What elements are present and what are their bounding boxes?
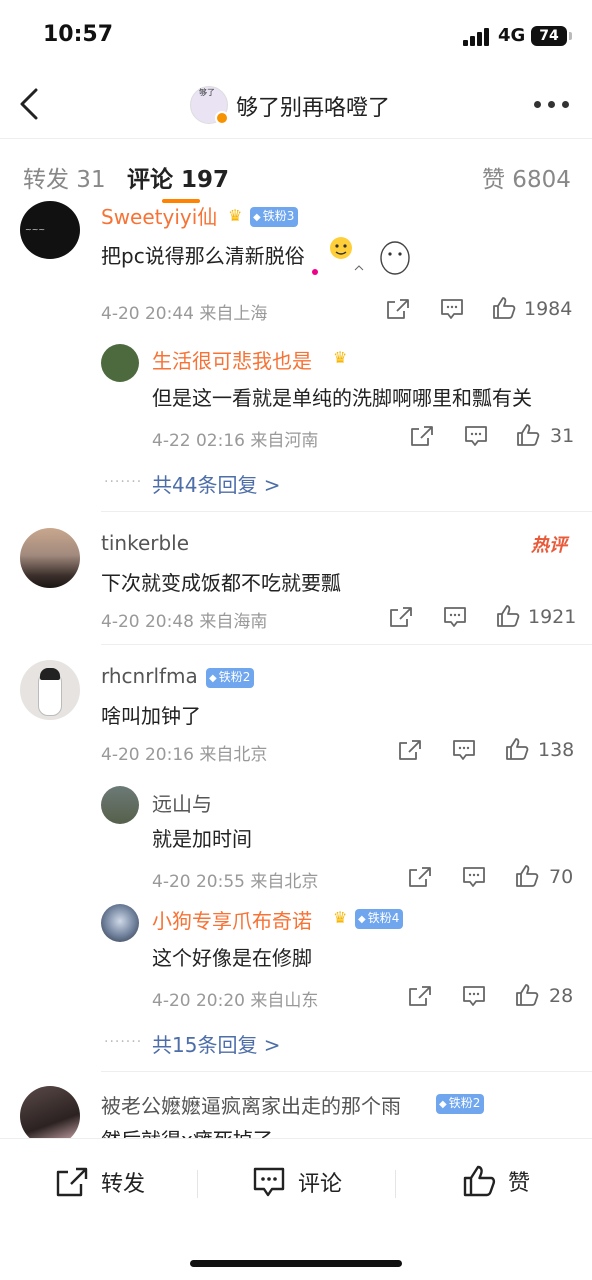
avatar[interactable]	[20, 660, 80, 720]
like-icon[interactable]	[496, 605, 520, 627]
comment-author[interactable]: 被老公嬷嬷逼疯离家出走的那个雨	[101, 1090, 401, 1119]
tab-likes[interactable]: 赞 6804	[482, 160, 571, 194]
tab-repost[interactable]: 转发 31	[23, 160, 106, 194]
repost-label: 转发	[101, 1172, 146, 1197]
like-label: 赞	[508, 1171, 531, 1196]
more-icon[interactable]	[534, 101, 570, 109]
comment-icon[interactable]	[462, 985, 486, 1007]
reply-time: 4-20 20:20 来自山东	[152, 991, 319, 1011]
avatar[interactable]	[20, 528, 80, 588]
reply-text: 但是这一看就是单纯的洗脚啊哪里和瓢有关	[152, 386, 532, 410]
hot-comment-badge: 热评	[531, 535, 567, 556]
comment-time: 4-20 20:44 来自上海	[101, 304, 268, 324]
like-count: 1921	[528, 606, 577, 628]
home-indicator[interactable]	[190, 1260, 402, 1267]
comment-icon[interactable]	[462, 866, 486, 888]
comment-icon[interactable]	[452, 739, 476, 761]
back-arrow-icon[interactable]	[18, 88, 40, 120]
comment-author[interactable]: tinkerble	[101, 531, 189, 555]
avatar[interactable]	[20, 1086, 80, 1146]
divider	[197, 1170, 198, 1198]
signal-icon	[463, 28, 491, 46]
crown-icon: ♛	[333, 908, 348, 927]
avatar[interactable]	[101, 344, 139, 382]
crown-icon: ♛	[333, 348, 348, 367]
verified-icon	[215, 111, 229, 125]
share-icon[interactable]	[389, 606, 413, 628]
comment-time: 4-20 20:16 来自北京	[101, 745, 268, 765]
like-icon[interactable]	[515, 984, 539, 1006]
reply-author[interactable]: 远山与	[152, 788, 212, 817]
comment-location: 来自上海	[199, 304, 268, 324]
repost-button[interactable]: 转发	[55, 1166, 145, 1198]
fan-badge: 铁粉2	[436, 1094, 485, 1114]
share-icon[interactable]	[410, 425, 434, 447]
divider	[101, 644, 592, 645]
reply-author[interactable]: 小狗专享爪布奇诺	[152, 905, 312, 934]
like-icon[interactable]	[492, 297, 516, 319]
comment-text: 把pc说得那么清新脱俗	[101, 244, 305, 268]
comment-text: 下次就变成饭都不吃就要瓢	[101, 571, 341, 595]
divider	[395, 1170, 396, 1198]
fan-badge: 铁粉3	[250, 207, 299, 227]
like-count: 1984	[524, 298, 573, 320]
share-icon[interactable]	[408, 866, 432, 888]
comment-text: 啥叫加钟了	[101, 704, 201, 728]
bottom-action-bar	[0, 1138, 592, 1280]
divider	[0, 138, 592, 139]
comment-time: 4-20 20:48 来自海南	[101, 612, 268, 632]
header-avatar[interactable]: 够了	[190, 86, 229, 125]
fan-badge: 铁粉4	[355, 909, 404, 929]
like-icon[interactable]	[505, 738, 529, 760]
like-count: 70	[549, 866, 574, 888]
avatar[interactable]: ~~~	[20, 201, 80, 259]
like-count: 138	[538, 739, 575, 761]
comment-icon[interactable]	[440, 298, 464, 320]
reply-text: 就是加时间	[152, 827, 252, 851]
thread-dots: ·······	[104, 474, 143, 490]
comment-icon	[253, 1167, 285, 1197]
status-time: 10:57	[43, 22, 114, 47]
like-count: 28	[549, 985, 574, 1007]
tab-comments[interactable]: 评论 197	[127, 160, 229, 194]
fan-badge: 铁粉2	[206, 668, 255, 688]
reply-location: 来自山东	[250, 991, 319, 1011]
crown-icon: ♛	[228, 206, 243, 225]
reply-time: 4-22 02:16 来自河南	[152, 431, 319, 451]
like-icon[interactable]	[515, 865, 539, 887]
comment-author[interactable]: Sweetyiyi仙	[101, 201, 217, 230]
share-icon[interactable]	[386, 298, 410, 320]
like-icon	[463, 1165, 496, 1197]
comment-location: 来自北京	[199, 745, 268, 765]
comment-icon[interactable]	[464, 425, 488, 447]
reply-time: 4-20 20:55 来自北京	[152, 872, 319, 892]
comment-location: 来自海南	[199, 612, 268, 632]
more-replies-link[interactable]: 共44条回复 >	[152, 469, 281, 498]
divider	[101, 511, 592, 512]
reply-text: 这个好像是在修脚	[152, 946, 312, 970]
share-icon[interactable]	[398, 739, 422, 761]
reply-author[interactable]: 生活很可悲我也是	[152, 345, 312, 374]
reply-location: 来自河南	[250, 431, 319, 451]
battery-icon: 74	[531, 26, 572, 46]
avatar[interactable]	[101, 786, 139, 824]
avatar-caption: 够了	[199, 88, 215, 97]
share-icon	[56, 1167, 88, 1197]
comment-button[interactable]: 评论	[252, 1166, 342, 1198]
comment-icon[interactable]	[443, 606, 467, 628]
network-label: 4G	[498, 25, 526, 46]
comment-author[interactable]: rhcnrlfma	[101, 664, 198, 688]
more-replies-link[interactable]: 共15条回复 >	[152, 1029, 281, 1058]
emoji-sticker	[312, 237, 410, 275]
like-icon[interactable]	[516, 424, 540, 446]
thread-dots: ·······	[104, 1034, 143, 1050]
comment-label: 评论	[298, 1172, 343, 1197]
page-title[interactable]: 够了别再咯噔了	[236, 90, 390, 122]
avatar[interactable]	[101, 904, 139, 942]
share-icon[interactable]	[408, 985, 432, 1007]
divider	[101, 1071, 592, 1072]
reply-location: 来自北京	[250, 872, 319, 892]
like-button[interactable]: 赞	[462, 1164, 530, 1198]
like-count: 31	[550, 425, 575, 447]
